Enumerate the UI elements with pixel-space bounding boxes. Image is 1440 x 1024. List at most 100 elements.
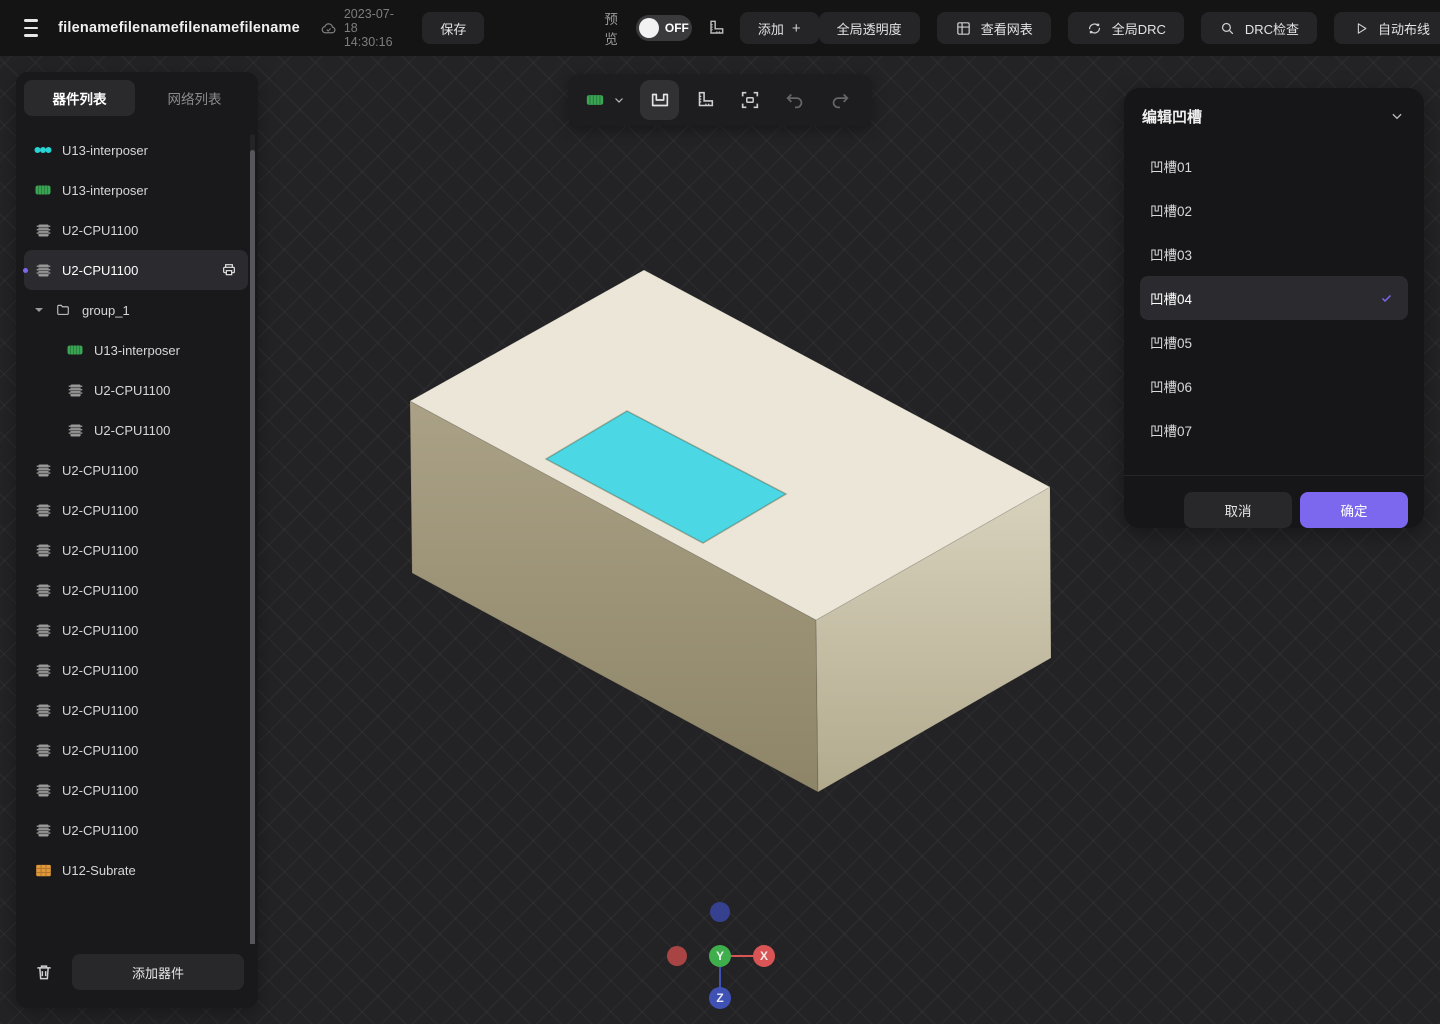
chip-icon bbox=[34, 621, 52, 639]
add-component-button[interactable]: 添加器件 bbox=[72, 954, 244, 990]
cloud-icon bbox=[320, 19, 338, 37]
chip-icon bbox=[66, 381, 84, 399]
sidebar-scrollbar[interactable] bbox=[250, 134, 255, 944]
tree-item[interactable]: U2-CPU1100 bbox=[24, 610, 248, 650]
tree-item-label: U2-CPU1100 bbox=[62, 703, 138, 718]
component-body-3d[interactable] bbox=[410, 270, 1051, 792]
tree-item[interactable]: U2-CPU1100 bbox=[24, 490, 248, 530]
tree-item[interactable]: U2-CPU1100 bbox=[24, 450, 248, 490]
printer-icon bbox=[220, 261, 238, 279]
axis-gizmo[interactable]: X Y Z bbox=[667, 902, 775, 1009]
groove-item-label: 凹槽01 bbox=[1150, 156, 1192, 176]
chip-icon bbox=[34, 581, 52, 599]
measure-ruler-icon[interactable] bbox=[706, 17, 726, 39]
tree-item[interactable]: U2-CPU1100 bbox=[24, 530, 248, 570]
tree-item-label: U2-CPU1100 bbox=[62, 783, 138, 798]
axis-x-label: X bbox=[760, 949, 768, 963]
tree-item-label: U2-CPU1100 bbox=[62, 823, 138, 838]
menu-icon[interactable] bbox=[24, 16, 38, 40]
tab-component-list[interactable]: 器件列表 bbox=[24, 80, 135, 116]
plus-icon: + bbox=[792, 21, 801, 36]
tree-item-label: U2-CPU1100 bbox=[62, 623, 138, 638]
groove-list: 凹槽01 凹槽02 凹槽03 凹槽04 凹槽05凹槽06凹槽07 bbox=[1124, 144, 1424, 475]
green-chip-icon bbox=[66, 341, 84, 359]
chip-icon bbox=[34, 701, 52, 719]
tree-item-label: U2-CPU1100 bbox=[62, 663, 138, 678]
groove-item-label: 凹槽02 bbox=[1150, 200, 1192, 220]
axis-neg-x-handle bbox=[667, 946, 687, 966]
tree-item-label: U2-CPU1100 bbox=[62, 503, 138, 518]
folder-icon bbox=[54, 301, 72, 319]
sidebar-scrollbar-thumb[interactable] bbox=[250, 150, 255, 944]
printer-button[interactable] bbox=[220, 261, 238, 279]
axis-z-label: Z bbox=[716, 991, 723, 1005]
groove-item[interactable]: 凹槽06 bbox=[1140, 364, 1408, 408]
view-netlist-button[interactable]: 查看网表 bbox=[937, 12, 1051, 44]
preview-toggle[interactable]: OFF bbox=[636, 15, 692, 41]
delete-component-button[interactable] bbox=[30, 958, 58, 986]
tree-item[interactable]: U2-CPU1100 bbox=[24, 810, 248, 850]
tree-item[interactable]: U12-Subrate bbox=[24, 850, 248, 890]
autosave-status: 2023-07-18 14:30:16 bbox=[320, 7, 403, 49]
tree-item-label: U2-CPU1100 bbox=[62, 463, 138, 478]
tree-item[interactable]: U2-CPU1100 bbox=[24, 250, 248, 290]
preview-label: 预览 bbox=[604, 8, 622, 48]
tree-item[interactable]: U2-CPU1100 bbox=[24, 210, 248, 250]
layer-selector-dropdown[interactable] bbox=[580, 87, 634, 113]
add-button[interactable]: 添加 + bbox=[740, 12, 819, 44]
tree-item[interactable]: U2-CPU1100 bbox=[24, 650, 248, 690]
view-toolbar bbox=[568, 74, 872, 126]
groove-tool-button[interactable] bbox=[640, 80, 679, 120]
document-title: filenamefilenamefilenamefilename bbox=[58, 20, 300, 36]
ruler-tool-button[interactable] bbox=[685, 80, 724, 120]
tree-item[interactable]: group_1 bbox=[24, 290, 248, 330]
drc-check-label: DRC检查 bbox=[1245, 19, 1299, 38]
tree-item[interactable]: U2-CPU1100 bbox=[24, 770, 248, 810]
chip-icon bbox=[34, 221, 52, 239]
panel-header: 编辑凹槽 bbox=[1124, 88, 1424, 144]
groove-item[interactable]: 凹槽04 bbox=[1140, 276, 1408, 320]
fit-view-button[interactable] bbox=[730, 80, 769, 120]
preview-toggle-state: OFF bbox=[665, 21, 689, 35]
confirm-button[interactable]: 确定 bbox=[1300, 492, 1408, 528]
green-chip-icon bbox=[586, 91, 604, 109]
groove-item[interactable]: 凹槽03 bbox=[1140, 232, 1408, 276]
global-drc-button[interactable]: 全局DRC bbox=[1068, 12, 1184, 44]
global-transparency-button[interactable]: 全局透明度 bbox=[819, 12, 920, 44]
global-transparency-label: 全局透明度 bbox=[837, 19, 902, 38]
top-bar: filenamefilenamefilenamefilename 2023-07… bbox=[0, 0, 1440, 56]
undo-button[interactable] bbox=[776, 80, 815, 120]
tab-net-list[interactable]: 网络列表 bbox=[139, 80, 250, 116]
panel-footer: 取消 确定 bbox=[1124, 475, 1424, 528]
tree-item[interactable]: U2-CPU1100 bbox=[24, 570, 248, 610]
tree-item[interactable]: U2-CPU1100 bbox=[24, 730, 248, 770]
chip-icon bbox=[34, 261, 52, 279]
drc-check-button[interactable]: DRC检查 bbox=[1201, 12, 1317, 44]
redo-button[interactable] bbox=[821, 80, 860, 120]
cancel-button[interactable]: 取消 bbox=[1184, 492, 1292, 528]
panel-title: 编辑凹槽 bbox=[1142, 106, 1202, 127]
tree-item-label: U2-CPU1100 bbox=[62, 743, 138, 758]
groove-item[interactable]: 凹槽02 bbox=[1140, 188, 1408, 232]
groove-item[interactable]: 凹槽05 bbox=[1140, 320, 1408, 364]
groove-item[interactable]: 凹槽01 bbox=[1140, 144, 1408, 188]
tree-item[interactable]: U2-CPU1100 bbox=[24, 690, 248, 730]
magnifier-icon bbox=[1219, 19, 1237, 37]
tree-item[interactable]: U13-interposer bbox=[24, 170, 248, 210]
chip-icon bbox=[34, 741, 52, 759]
global-drc-sync-icon bbox=[1086, 19, 1104, 37]
groove-item[interactable]: 凹槽07 bbox=[1140, 408, 1408, 452]
panel-collapse-chevron-icon[interactable] bbox=[1390, 109, 1404, 123]
caret-down-icon[interactable] bbox=[34, 305, 44, 315]
groove-item-label: 凹槽04 bbox=[1150, 288, 1192, 308]
save-button[interactable]: 保存 bbox=[422, 12, 484, 44]
tree-item[interactable]: U13-interposer bbox=[24, 130, 248, 170]
tree-item[interactable]: U13-interposer bbox=[24, 330, 248, 370]
auto-route-button[interactable]: 自动布线 bbox=[1334, 12, 1440, 44]
sidebar-footer: 添加器件 bbox=[16, 944, 258, 1008]
axis-neg-z-handle bbox=[710, 902, 730, 922]
tree-item[interactable]: U2-CPU1100 bbox=[24, 370, 248, 410]
chip-icon bbox=[66, 421, 84, 439]
add-button-label: 添加 bbox=[758, 19, 784, 38]
tree-item[interactable]: U2-CPU1100 bbox=[24, 410, 248, 450]
